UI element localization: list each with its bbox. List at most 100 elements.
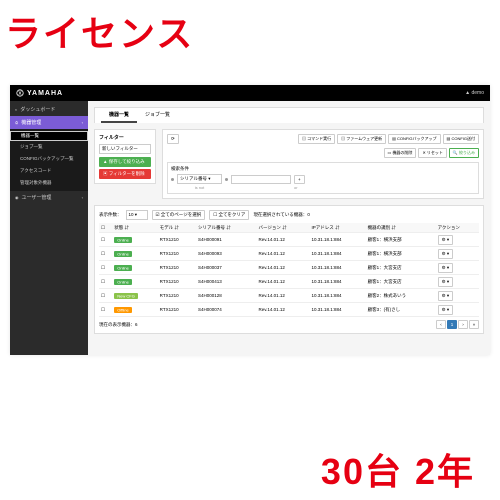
clear-selection-button[interactable]: ☐ 全てをクリア bbox=[209, 210, 249, 220]
cfg-backup-button[interactable]: ▤ CONFIGバックアップ bbox=[388, 134, 440, 144]
cell-ip: 10.31.18.1:884 bbox=[310, 247, 366, 261]
cell-model: RTX1210 bbox=[158, 303, 196, 317]
cond-op-label: is not bbox=[177, 185, 222, 190]
col-checkbox[interactable]: ☐ bbox=[99, 223, 112, 233]
sidebar-submenu: 機器一覧 ジョブ一覧 CONFIGバックアップ一覧 アクセスコード 管理対象外機… bbox=[10, 129, 88, 191]
tab-jobs[interactable]: ジョブ一覧 bbox=[137, 108, 178, 123]
cell-ip: 10.31.18.1:884 bbox=[310, 261, 366, 275]
cell-ip: 10.31.18.1:884 bbox=[310, 233, 366, 247]
cell-label: 顧客1：大宮支店 bbox=[366, 261, 436, 275]
fw-button[interactable]: ▤ ファームウェア更新 bbox=[337, 134, 386, 144]
tab-bar: 機器一覧 ジョブ一覧 bbox=[94, 107, 484, 123]
cell-ip: 10.31.18.1:884 bbox=[310, 275, 366, 289]
cell-version: Rev.14.01.12 bbox=[256, 247, 309, 261]
cell-label: 顧客1：大宮支店 bbox=[366, 275, 436, 289]
tab-devices[interactable]: 機器一覧 bbox=[101, 108, 137, 123]
row-action-button[interactable]: ⚙ ▾ bbox=[438, 249, 454, 259]
row-action-button[interactable]: ⚙ ▾ bbox=[438, 263, 454, 273]
status-badge: Offline bbox=[114, 307, 132, 313]
overlay-title-bottom: 30台 2年 bbox=[321, 443, 475, 495]
deregister-button[interactable]: ▭ 機器の削除 bbox=[384, 148, 417, 158]
cell-serial: S4H000413 bbox=[196, 275, 257, 289]
table-row[interactable]: ☐New CFGRTX1210S4H000128Rev.14.01.1210.3… bbox=[99, 289, 479, 303]
row-action-button[interactable]: ⚙ ▾ bbox=[438, 291, 454, 301]
pager-next[interactable]: › bbox=[458, 320, 468, 329]
dot-icon bbox=[225, 178, 228, 181]
cell-version: Rev.14.01.12 bbox=[256, 303, 309, 317]
sidebar-item-device-mgmt[interactable]: ⛭機器管理‹ bbox=[10, 116, 88, 129]
cell-version: Rev.14.01.12 bbox=[256, 233, 309, 247]
cond-value-input[interactable] bbox=[231, 175, 291, 184]
cell-label: 顧客1：横浜支部 bbox=[366, 247, 436, 261]
brand-logo: YAMAHA bbox=[16, 89, 63, 97]
col-model[interactable]: モデル ⇵ bbox=[158, 223, 196, 233]
per-page-select[interactable]: 10 ▾ bbox=[126, 210, 148, 220]
cell-serial: S4H000093 bbox=[196, 247, 257, 261]
table-row[interactable]: ☐OnlineRTX1210S4H000413Rev.14.01.1210.31… bbox=[99, 275, 479, 289]
cell-label: 顧客2：株式あいう bbox=[366, 289, 436, 303]
device-table: ☐ 状態 ⇵ モデル ⇵ シリアル番号 ⇵ バージョン ⇵ IPアドレス ⇵ 機… bbox=[99, 223, 479, 317]
filter-panel: フィルター 新しいフィルター ▲ 保存して絞り込み ▣ フィルターを削除 bbox=[94, 129, 156, 184]
cell-serial: S4H000128 bbox=[196, 289, 257, 303]
cond-field-select[interactable]: シリアル番号 ▾ bbox=[177, 174, 222, 184]
filter-select[interactable]: 新しいフィルター bbox=[99, 144, 151, 154]
sidebar-item-user-mgmt[interactable]: ◉ユーザー管理‹ bbox=[10, 191, 88, 204]
cell-serial: S4H000037 bbox=[196, 261, 257, 275]
sidebar-item-access-code[interactable]: アクセスコード bbox=[10, 165, 88, 177]
overlay-title-top: ライセンス bbox=[5, 5, 194, 57]
sidebar-item-config-backup[interactable]: CONFIGバックアップ一覧 bbox=[10, 153, 88, 165]
cell-model: RTX1210 bbox=[158, 261, 196, 275]
refresh-button[interactable]: ⟳ bbox=[167, 134, 179, 144]
status-badge: Online bbox=[114, 265, 132, 271]
sidebar-item-dashboard[interactable]: ◐ダッシュボード bbox=[10, 103, 88, 116]
footer-count: 現在の表示機器：6 bbox=[99, 322, 138, 328]
row-checkbox[interactable]: ☐ bbox=[99, 247, 112, 261]
sidebar-item-jobs[interactable]: ジョブ一覧 bbox=[10, 141, 88, 153]
pager-last[interactable]: » bbox=[469, 320, 479, 329]
table-card: 表示件数： 10 ▾ ☑ 全てのページを選択 ☐ 全てをクリア 現在選択されてい… bbox=[94, 205, 484, 334]
reset-button[interactable]: ✕ リセット bbox=[418, 148, 446, 158]
col-status[interactable]: 状態 ⇵ bbox=[112, 223, 157, 233]
cell-model: RTX1210 bbox=[158, 289, 196, 303]
table-row[interactable]: ☐OfflineRTX1210S4H000074Rev.14.01.1210.3… bbox=[99, 303, 479, 317]
row-checkbox[interactable]: ☐ bbox=[99, 275, 112, 289]
pager-prev[interactable]: ‹ bbox=[436, 320, 446, 329]
pager-page-1[interactable]: 1 bbox=[447, 320, 457, 329]
row-checkbox[interactable]: ☐ bbox=[99, 289, 112, 303]
row-action-button[interactable]: ⚙ ▾ bbox=[438, 305, 454, 315]
user-menu[interactable]: ▲ demo bbox=[465, 90, 484, 96]
chevron-left-icon: ‹ bbox=[82, 120, 83, 125]
row-checkbox[interactable]: ☐ bbox=[99, 303, 112, 317]
apply-filter-button[interactable]: 🔍 絞り込み bbox=[449, 148, 479, 158]
cond-conj-label: or bbox=[294, 185, 298, 190]
table-row[interactable]: ☐OnlineRTX1210S4H000091Rev.14.01.1210.31… bbox=[99, 233, 479, 247]
sidebar-item-excluded[interactable]: 管理対象外機器 bbox=[10, 177, 88, 189]
sidebar: ◐ダッシュボード ⛭機器管理‹ 機器一覧 ジョブ一覧 CONFIGバックアップ一… bbox=[10, 101, 88, 355]
cell-model: RTX1210 bbox=[158, 247, 196, 261]
select-all-button[interactable]: ☑ 全てのページを選択 bbox=[152, 210, 206, 220]
row-action-button[interactable]: ⚙ ▾ bbox=[438, 235, 454, 245]
col-label[interactable]: 機器の識別 ⇵ bbox=[366, 223, 436, 233]
actions-panel: ⟳ ▤ コマンド実行 ▤ ファームウェア更新 ▤ CONFIGバックアップ ▤ … bbox=[162, 129, 484, 199]
table-row[interactable]: ☐OnlineRTX1210S4H000093Rev.14.01.1210.31… bbox=[99, 247, 479, 261]
cmd-button[interactable]: ▤ コマンド実行 bbox=[298, 134, 335, 144]
col-version[interactable]: バージョン ⇵ bbox=[256, 223, 309, 233]
cell-version: Rev.14.01.12 bbox=[256, 275, 309, 289]
cell-serial: S4H000091 bbox=[196, 233, 257, 247]
table-row[interactable]: ☐OnlineRTX1210S4H000037Rev.14.01.1210.31… bbox=[99, 261, 479, 275]
cfg-send-button[interactable]: ▤ CONFIG送付 bbox=[443, 134, 479, 144]
filter-delete-button[interactable]: ▣ フィルターを削除 bbox=[99, 169, 151, 179]
gauge-icon: ◐ bbox=[15, 107, 17, 112]
col-ip[interactable]: IPアドレス ⇵ bbox=[310, 223, 366, 233]
cell-label: 顧客3：(有)さし bbox=[366, 303, 436, 317]
row-checkbox[interactable]: ☐ bbox=[99, 261, 112, 275]
topbar: YAMAHA ▲ demo bbox=[10, 85, 490, 101]
conditions-title: 検索条件 bbox=[171, 166, 475, 172]
sidebar-item-device-list[interactable]: 機器一覧 bbox=[10, 131, 88, 141]
filter-save-button[interactable]: ▲ 保存して絞り込み bbox=[99, 157, 151, 167]
row-action-button[interactable]: ⚙ ▾ bbox=[438, 277, 454, 287]
cond-add-button[interactable]: + bbox=[294, 175, 305, 184]
link-icon: ⛭ bbox=[15, 120, 18, 125]
row-checkbox[interactable]: ☐ bbox=[99, 233, 112, 247]
col-serial[interactable]: シリアル番号 ⇵ bbox=[196, 223, 257, 233]
